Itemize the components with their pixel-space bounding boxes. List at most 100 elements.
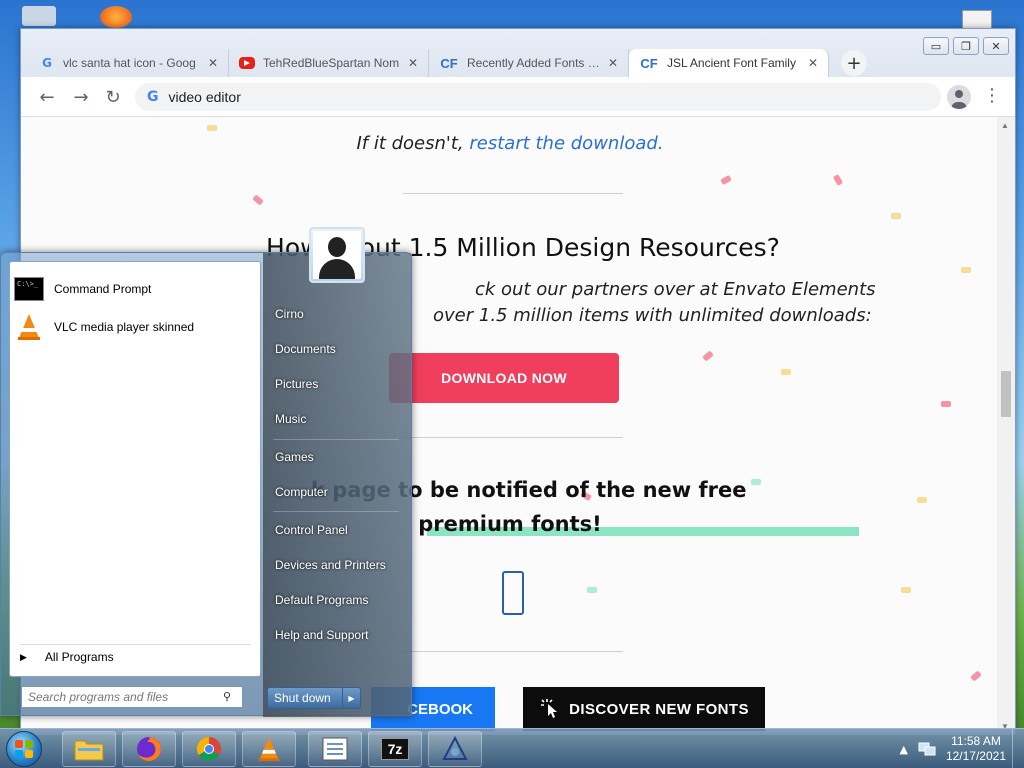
start-link-user[interactable]: Cirno bbox=[275, 307, 304, 321]
taskbar-notepad[interactable] bbox=[308, 731, 362, 767]
confetti bbox=[587, 587, 597, 593]
tab-jsl-ancient[interactable]: CF JSL Ancient Font Family ✕ bbox=[629, 49, 829, 77]
new-tab-button[interactable]: + bbox=[841, 50, 867, 76]
close-icon[interactable]: ✕ bbox=[608, 56, 618, 70]
address-text: video editor bbox=[168, 89, 241, 105]
menu-icon[interactable]: ⋮ bbox=[983, 85, 1001, 106]
download-now-button[interactable]: DOWNLOAD NOW bbox=[389, 353, 619, 403]
tab-recent-fonts[interactable]: CF Recently Added Fonts Fo ✕ bbox=[429, 49, 629, 77]
all-programs-button[interactable]: ▶ All Programs bbox=[20, 650, 114, 664]
network-icon[interactable] bbox=[918, 741, 936, 757]
divider bbox=[403, 437, 623, 438]
vlc-icon bbox=[258, 737, 280, 761]
vlc-icon bbox=[14, 313, 44, 341]
confetti bbox=[702, 350, 714, 362]
clock[interactable]: 11:58 AM 12/17/2021 bbox=[946, 734, 1006, 764]
taskbar-app[interactable] bbox=[428, 731, 482, 767]
windows-logo-icon bbox=[25, 740, 33, 748]
page-scrollbar[interactable]: ▲ ▼ bbox=[997, 117, 1015, 735]
forward-button[interactable]: → bbox=[69, 85, 93, 109]
folder-icon bbox=[74, 740, 104, 761]
start-button[interactable] bbox=[6, 731, 42, 767]
minimize-button[interactable]: ▭ bbox=[923, 37, 949, 55]
separator bbox=[273, 439, 399, 440]
program-command-prompt[interactable]: C:\>_ Command Prompt bbox=[14, 272, 151, 306]
windows-logo-icon bbox=[15, 740, 23, 748]
start-link-music[interactable]: Music bbox=[275, 412, 306, 426]
desktop-firefox-icon[interactable] bbox=[100, 6, 132, 28]
command-prompt-icon: C:\>_ bbox=[14, 277, 44, 301]
scroll-thumb[interactable] bbox=[1001, 371, 1011, 417]
profile-icon[interactable] bbox=[947, 85, 971, 109]
browser-titlebar: G vlc santa hat icon - Goog ✕ TehRedBlue… bbox=[21, 29, 1015, 77]
confetti bbox=[252, 194, 264, 206]
start-link-help-support[interactable]: Help and Support bbox=[275, 628, 368, 642]
desktop-recycle-bin-icon[interactable] bbox=[22, 6, 56, 26]
shutdown-options-icon[interactable]: ▶ bbox=[342, 688, 360, 708]
start-link-documents[interactable]: Documents bbox=[275, 342, 336, 356]
start-link-pictures[interactable]: Pictures bbox=[275, 377, 318, 391]
youtube-icon bbox=[239, 57, 255, 69]
show-hidden-icons-icon[interactable]: ▲ bbox=[899, 743, 907, 756]
address-bar[interactable]: G video editor bbox=[135, 83, 941, 111]
taskbar-explorer[interactable] bbox=[62, 731, 116, 767]
start-link-games[interactable]: Games bbox=[275, 450, 314, 464]
tab-title: TehRedBlueSpartan Nom bbox=[263, 56, 400, 70]
discover-new-fonts-button[interactable]: DISCOVER NEW FONTS bbox=[523, 687, 765, 731]
show-desktop-button[interactable] bbox=[1012, 729, 1024, 768]
taskbar-firefox[interactable] bbox=[122, 731, 176, 767]
firefox-icon bbox=[137, 737, 161, 761]
google-icon: G bbox=[42, 56, 52, 70]
cf-icon: CF bbox=[640, 55, 658, 71]
start-link-devices-printers[interactable]: Devices and Printers bbox=[275, 558, 386, 572]
taskbar-7zip[interactable]: 7z bbox=[368, 731, 422, 767]
system-tray: ▲ 11:58 AM 12/17/2021 bbox=[899, 729, 1024, 768]
close-icon[interactable]: ✕ bbox=[408, 56, 418, 70]
confetti bbox=[781, 369, 791, 375]
tab-youtube[interactable]: TehRedBlueSpartan Nom ✕ bbox=[229, 49, 429, 77]
scroll-up-icon[interactable]: ▲ bbox=[1001, 121, 1009, 130]
close-window-button[interactable]: ✕ bbox=[983, 37, 1009, 55]
tab-google-search[interactable]: G vlc santa hat icon - Goog ✕ bbox=[29, 49, 229, 77]
taskbar-chrome[interactable] bbox=[182, 731, 236, 767]
restart-message: If it doesn't, restart the download. bbox=[21, 133, 999, 154]
confetti bbox=[901, 587, 911, 593]
taskbar-vlc[interactable] bbox=[242, 731, 296, 767]
cf-icon: CF bbox=[440, 55, 458, 71]
user-avatar[interactable] bbox=[309, 227, 365, 283]
design-sub-line-1: ck out our partners over at Envato Eleme… bbox=[475, 279, 876, 300]
start-search-input[interactable]: Search programs and files bbox=[21, 686, 243, 708]
shutdown-button[interactable]: Shut down ▶ bbox=[267, 687, 361, 709]
confetti bbox=[832, 174, 844, 186]
tab-title: vlc santa hat icon - Goog bbox=[63, 56, 196, 70]
program-label: VLC media player skinned bbox=[54, 320, 195, 334]
program-vlc[interactable]: VLC media player skinned bbox=[14, 310, 194, 344]
all-programs-label: All Programs bbox=[44, 650, 114, 664]
restore-button[interactable]: ❐ bbox=[953, 37, 979, 55]
discover-label: DISCOVER NEW FONTS bbox=[569, 700, 749, 718]
close-icon[interactable]: ✕ bbox=[808, 56, 818, 70]
shutdown-label: Shut down bbox=[274, 691, 331, 705]
windows-logo-icon bbox=[25, 750, 33, 758]
confetti bbox=[720, 174, 732, 186]
windows-logo-icon bbox=[15, 750, 23, 758]
restart-download-link[interactable]: restart the download. bbox=[469, 133, 663, 154]
close-icon[interactable]: ✕ bbox=[208, 56, 218, 70]
back-button[interactable]: ← bbox=[35, 85, 59, 109]
confetti bbox=[941, 401, 951, 407]
window-controls: ▭ ❐ ✕ bbox=[923, 37, 1009, 55]
7zip-icon: 7z bbox=[381, 738, 409, 760]
start-link-control-panel[interactable]: Control Panel bbox=[275, 523, 348, 537]
confetti bbox=[891, 213, 901, 219]
reload-button[interactable]: ↻ bbox=[101, 85, 125, 109]
start-link-computer[interactable]: Computer bbox=[275, 485, 328, 499]
separator bbox=[273, 511, 399, 512]
tab-title: JSL Ancient Font Family bbox=[667, 56, 796, 70]
arrow-right-icon: ▶ bbox=[20, 651, 27, 662]
start-link-default-programs[interactable]: Default Programs bbox=[275, 593, 368, 607]
tab-strip: G vlc santa hat icon - Goog ✕ TehRedBlue… bbox=[29, 49, 867, 77]
browser-toolbar: ← → ↻ G video editor ⋮ bbox=[21, 77, 1015, 117]
design-sub-line-2: over 1.5 million items with unlimited do… bbox=[433, 305, 872, 326]
separator bbox=[20, 644, 250, 645]
phone-icon bbox=[502, 571, 524, 615]
